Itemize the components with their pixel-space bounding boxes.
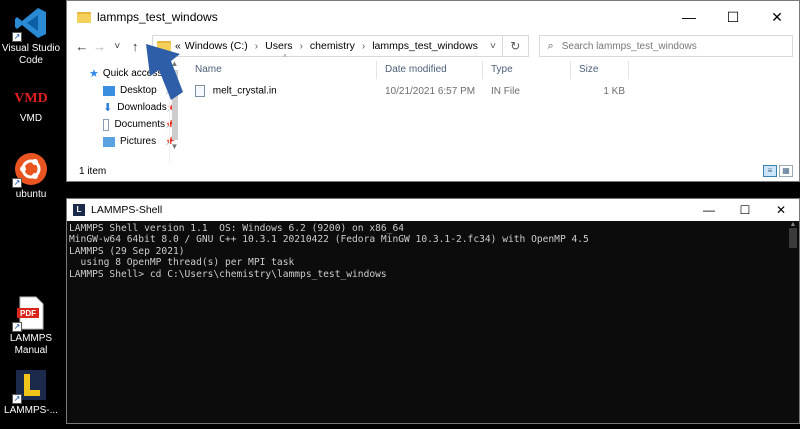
desktop-icon-vmd[interactable]: VMD VMD <box>0 86 62 125</box>
search-placeholder: Search lammps_test_windows <box>561 40 697 52</box>
file-date-modified: 10/21/2021 6:57 PM <box>385 85 476 97</box>
refresh-button[interactable]: ↻ <box>502 35 529 57</box>
maximize-button[interactable]: ☐ <box>727 199 763 221</box>
window-controls: — ☐ ✕ <box>691 199 799 221</box>
vmd-logo-icon: VMD <box>14 86 48 110</box>
search-icon: ⌕ <box>547 39 554 52</box>
svg-text:VMD: VMD <box>14 91 47 106</box>
download-icon: ⬇ <box>103 102 113 114</box>
column-header-name[interactable]: Name <box>187 61 377 79</box>
nav-item-label: Pictures <box>120 136 157 147</box>
scroll-up-icon[interactable]: ▲ <box>787 221 799 228</box>
search-box[interactable]: ⌕ Search lammps_test_windows <box>538 35 793 57</box>
window-title: lammps_test_windows <box>97 10 218 24</box>
file-list-header: ^ Name Date modified Type Size <box>187 53 799 81</box>
sort-ascending-icon: ^ <box>283 53 287 62</box>
shortcut-arrow-icon: ↗ <box>12 394 22 404</box>
console-line: LAMMPS (29 Sep 2021) <box>69 245 185 257</box>
desktop-icon-label: LAMMPS Manual <box>9 333 53 356</box>
console-line: LAMMPS Shell version 1.1 OS: Windows 6.2… <box>69 223 405 234</box>
svg-text:PDF: PDF <box>20 309 36 318</box>
vscode-icon: ↗ <box>12 6 48 42</box>
column-header-type[interactable]: Type <box>483 61 571 79</box>
details-view-icon[interactable]: ≡ <box>763 165 777 177</box>
file-icon <box>195 85 205 97</box>
breadcrumb-users[interactable]: Users <box>265 40 292 52</box>
desktop-icon-label: Visual Studio Code <box>1 43 61 66</box>
status-bar: 1 item ≡ ▦ <box>67 161 799 181</box>
column-header-size[interactable]: Size <box>571 61 629 79</box>
nav-item-pictures[interactable]: Pictures 📌 <box>85 133 175 150</box>
documents-icon <box>103 118 110 131</box>
shortcut-arrow-icon: ↗ <box>12 322 22 332</box>
desktop-icon-ubuntu[interactable]: ↗ ubuntu <box>0 152 62 201</box>
window-title: LAMMPS-Shell <box>91 204 163 216</box>
close-button[interactable]: ✕ <box>763 199 799 221</box>
file-type: IN File <box>491 85 520 97</box>
column-header-date-modified[interactable]: Date modified <box>377 61 483 79</box>
console-line: using 8 OpenMP thread(s) per MPI task <box>69 257 295 269</box>
folder-icon <box>77 11 91 23</box>
console-prompt-line: LAMMPS Shell> cd C:\Users\chemistry\lamm… <box>69 268 387 280</box>
lammps-shell-window: L LAMMPS-Shell — ☐ ✕ LAMMPS Shell versio… <box>66 198 800 424</box>
nav-item-label: Documents <box>114 119 166 130</box>
desktop-icon <box>103 85 115 96</box>
recent-locations-button[interactable]: ˅ <box>108 41 126 52</box>
back-button[interactable]: ← <box>73 39 91 54</box>
close-button[interactable]: ✕ <box>755 1 799 33</box>
breadcrumb-current-folder[interactable]: lammps_test_windows <box>372 40 478 52</box>
breadcrumb-drive[interactable]: Windows (C:) <box>185 40 248 52</box>
desktop-icon-lammps-manual[interactable]: PDF ↗ LAMMPS Manual <box>0 296 62 357</box>
explorer-titlebar[interactable]: lammps_test_windows — ☐ ✕ <box>67 1 799 33</box>
lammps-icon: ↗ <box>12 368 48 404</box>
shortcut-arrow-icon: ↗ <box>12 178 22 188</box>
lammps-logo-icon: L <box>73 204 85 216</box>
breadcrumb-separator[interactable]: › <box>300 41 303 52</box>
minimize-button[interactable]: — <box>667 1 711 33</box>
address-dropdown-icon[interactable]: ˅ <box>484 40 502 52</box>
pdf-icon: PDF ↗ <box>12 296 48 332</box>
console-output[interactable]: LAMMPS Shell version 1.1 OS: Windows 6.2… <box>67 221 787 423</box>
large-icons-view-icon[interactable]: ▦ <box>779 165 793 177</box>
window-controls: — ☐ ✕ <box>667 1 799 33</box>
breadcrumb-separator[interactable]: › <box>362 41 365 52</box>
annotation-arrow-icon <box>146 44 183 100</box>
pictures-icon <box>103 136 115 147</box>
file-name: melt_crystal.in <box>212 85 277 97</box>
file-list: ^ Name Date modified Type Size melt_crys… <box>187 53 799 101</box>
desktop-icon-label: ubuntu <box>15 189 47 200</box>
refresh-icon: ↻ <box>510 39 521 53</box>
breadcrumb-separator[interactable]: › <box>255 41 258 52</box>
desktop-icon-lammps-shell[interactable]: ↗ LAMMPS-... <box>0 368 62 417</box>
address-bar[interactable]: « Windows (C:) › Users › chemistry › lam… <box>151 35 503 57</box>
nav-item-documents[interactable]: Documents 📌 <box>85 116 175 133</box>
desktop-icon-vscode[interactable]: ↗ Visual Studio Code <box>0 6 62 67</box>
ubuntu-icon: ↗ <box>12 152 48 188</box>
forward-button[interactable]: → <box>91 39 109 54</box>
star-icon: ★ <box>89 68 99 80</box>
item-count: 1 item <box>79 165 107 177</box>
minimize-button[interactable]: — <box>691 199 727 221</box>
view-buttons: ≡ ▦ <box>763 165 793 177</box>
breadcrumb-chemistry[interactable]: chemistry <box>310 40 355 52</box>
desktop-icon-label: VMD <box>19 113 43 124</box>
desktop-icon-label: LAMMPS-... <box>4 405 58 416</box>
console-scrollbar[interactable]: ▲ <box>787 221 799 423</box>
scrollbar-thumb[interactable] <box>789 228 797 248</box>
console-line: MinGW-w64 64bit 8.0 / GNU C++ 10.3.1 202… <box>69 234 589 246</box>
maximize-button[interactable]: ☐ <box>711 1 755 33</box>
shell-titlebar[interactable]: L LAMMPS-Shell — ☐ ✕ <box>67 199 799 221</box>
scroll-down-icon[interactable]: ▼ <box>170 142 179 151</box>
shortcut-arrow-icon: ↗ <box>12 32 22 42</box>
file-size: 1 KB <box>603 85 625 97</box>
file-row[interactable]: melt_crystal.in 10/21/2021 6:57 PM IN Fi… <box>187 81 799 101</box>
